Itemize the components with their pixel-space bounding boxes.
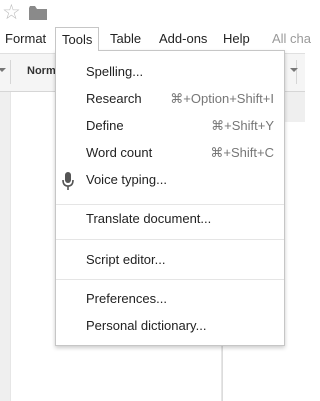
menu-item-preferences[interactable]: Preferences... bbox=[56, 287, 284, 311]
menu-item-label: Research bbox=[86, 91, 142, 106]
menu-item-label: Spelling... bbox=[86, 64, 144, 79]
microphone-icon bbox=[62, 172, 74, 198]
menu-item-label: Word count bbox=[86, 145, 153, 160]
menu-item-label: Translate document... bbox=[86, 211, 212, 226]
folder-icon[interactable] bbox=[29, 6, 47, 25]
toolbar-divider bbox=[10, 60, 11, 84]
menu-item-spelling[interactable]: Spelling... bbox=[56, 60, 284, 84]
menu-help[interactable]: Help bbox=[223, 28, 250, 50]
menu-table[interactable]: Table bbox=[110, 28, 141, 50]
menu-item-script-editor[interactable]: Script editor... bbox=[56, 248, 284, 272]
toolbar-divider bbox=[296, 60, 297, 84]
menu-item-label: Preferences... bbox=[86, 291, 167, 306]
menu-item-label: Voice typing... bbox=[86, 172, 167, 187]
menu-separator bbox=[56, 239, 284, 240]
star-icon[interactable]: ☆ bbox=[2, 2, 21, 24]
dropdown-arrow-icon[interactable] bbox=[290, 68, 298, 72]
menu-item-shortcut: ⌘+Shift+Y bbox=[211, 118, 274, 133]
menu-item-shortcut: ⌘+Option+Shift+I bbox=[170, 91, 274, 106]
menu-item-translate-document[interactable]: Translate document... bbox=[56, 207, 284, 231]
menu-format[interactable]: Format bbox=[5, 28, 46, 50]
menu-item-label: Script editor... bbox=[86, 252, 166, 267]
menu-bar: Format Tools Table Add-ons Help All cha bbox=[0, 27, 311, 51]
menu-item-voice-typing[interactable]: Voice typing... bbox=[56, 168, 284, 192]
menu-item-label: Personal dictionary... bbox=[86, 318, 207, 333]
dropdown-arrow-icon[interactable] bbox=[0, 68, 6, 72]
paragraph-style-select[interactable]: Norm bbox=[27, 65, 56, 77]
title-bar: ☆ bbox=[0, 0, 305, 28]
menu-item-shortcut: ⌘+Shift+C bbox=[210, 145, 274, 160]
menu-tools[interactable]: Tools bbox=[55, 27, 100, 51]
menu-item-define[interactable]: Define ⌘+Shift+Y bbox=[56, 114, 284, 138]
menu-item-word-count[interactable]: Word count ⌘+Shift+C bbox=[56, 141, 284, 165]
menu-item-personal-dictionary[interactable]: Personal dictionary... bbox=[56, 314, 284, 338]
tools-menu: Spelling... Research ⌘+Option+Shift+I De… bbox=[55, 50, 285, 346]
menu-separator bbox=[56, 204, 284, 205]
menu-item-label: Define bbox=[86, 118, 124, 133]
menu-add-ons[interactable]: Add-ons bbox=[159, 28, 207, 50]
menu-separator bbox=[56, 279, 284, 280]
menu-item-research[interactable]: Research ⌘+Option+Shift+I bbox=[56, 87, 284, 111]
all-changes-status[interactable]: All cha bbox=[272, 28, 311, 50]
